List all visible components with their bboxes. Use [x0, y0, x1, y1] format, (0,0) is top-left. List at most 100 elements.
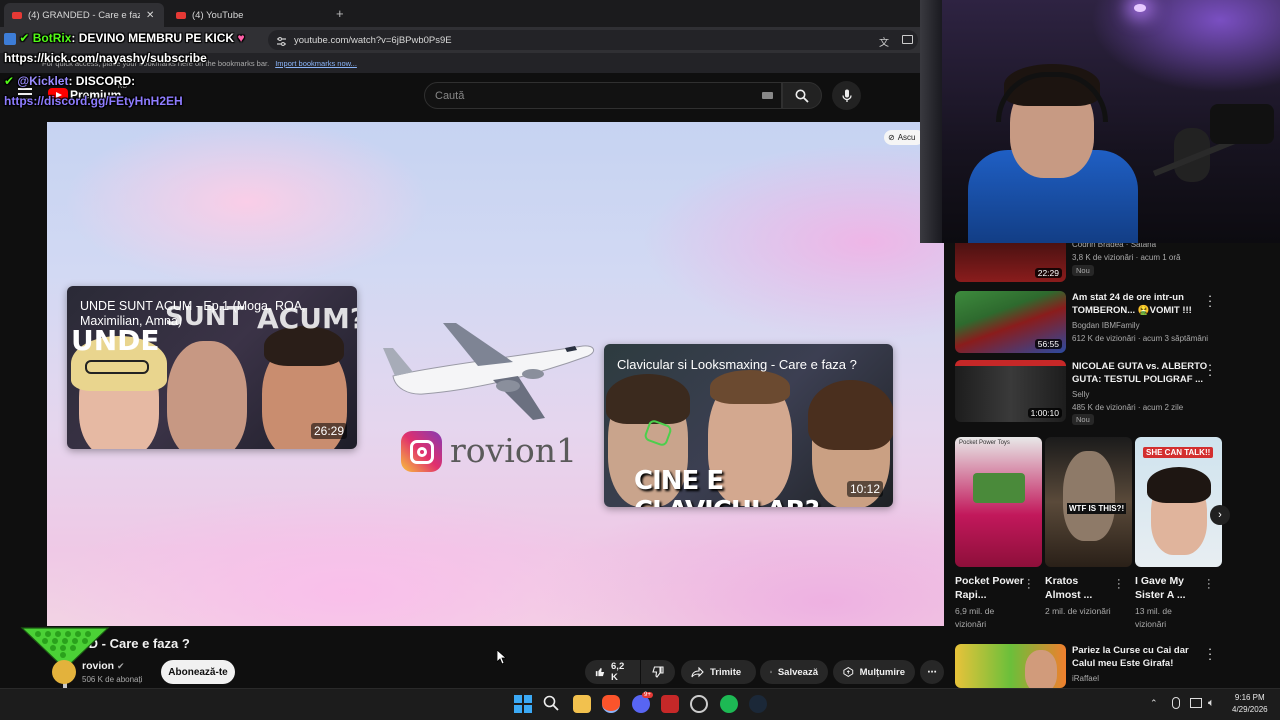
channel-name[interactable]: rovion ✔: [82, 660, 125, 672]
mouse-cursor-icon: [497, 650, 506, 664]
subscriber-count: 506 K de abonați: [82, 675, 143, 684]
channel-name: Selly: [1072, 390, 1090, 399]
thanks-label: Mulțumire: [859, 666, 905, 678]
recommended-video-3[interactable]: 1:00:10 NICOLAE GUTA vs. ALBERTO GUTA: T…: [955, 358, 1215, 425]
microphone-tray-icon[interactable]: [1172, 697, 1180, 709]
site-info-icon[interactable]: [276, 34, 287, 52]
super-thanks-icon: [843, 667, 854, 677]
hide-label: Ascu: [897, 133, 916, 142]
more-options-icon[interactable]: · · ·: [1117, 575, 1121, 594]
subscribe-button[interactable]: Abonează-te: [161, 660, 235, 684]
airplane-image: [383, 323, 595, 420]
more-options-icon[interactable]: · · ·: [1207, 575, 1211, 594]
brave-browser-icon[interactable]: [602, 695, 620, 713]
video-thumbnail: 56:55: [955, 291, 1066, 353]
endcard-duration: 26:29: [310, 423, 347, 439]
endcard-video-1[interactable]: UNDE SUNT ACUM? UNDE SUNT ACUM - Ep.1 (M…: [67, 286, 357, 449]
person-thumbnail: [167, 341, 247, 449]
translate-icon[interactable]: 文: [879, 34, 889, 49]
share-button[interactable]: Trimite: [681, 660, 756, 684]
tab-active[interactable]: (4) GRANDED - Care e faza ? - Yo ✕: [4, 3, 164, 27]
more-options-icon[interactable]: · · ·: [1205, 642, 1215, 665]
short-thumbnail-1[interactable]: Pocket Power Toys: [955, 437, 1042, 567]
microphone-icon: [841, 89, 852, 102]
search-icon: [795, 89, 809, 103]
video-title: NICOLAE GUTA vs. ALBERTO GUTA: TESTUL PO…: [1072, 361, 1208, 385]
recommended-video-2[interactable]: 56:55 Am stat 24 de ore intr-un TOMBERON…: [955, 289, 1215, 353]
video-title: Pariez la Curse cu Cai dar Calul meu Est…: [1072, 645, 1189, 669]
video-title: Am stat 24 de ore intr-un TOMBERON... 🤮V…: [1072, 292, 1192, 316]
more-actions-button[interactable]: ⋯: [920, 660, 944, 684]
endcard-title: Clavicular si Looksmaxing - Care e faza …: [617, 357, 857, 372]
bot-badge-icon: [4, 32, 16, 45]
short-overlay-text: WTF IS THIS?!: [1067, 503, 1127, 514]
close-tab-icon[interactable]: ✕: [146, 10, 154, 21]
dislike-button[interactable]: [641, 660, 675, 684]
hide-endcards-button[interactable]: ⊘ Ascu: [884, 130, 924, 145]
person-thumbnail: [1063, 451, 1115, 541]
video-duration: 56:55: [1034, 339, 1062, 349]
check-badge-icon: ✔: [19, 31, 30, 45]
banner-stripe: [955, 360, 1066, 366]
tab-label: (4) YouTube: [192, 9, 244, 21]
toy-shape: [973, 473, 1025, 503]
short-title[interactable]: I Gave My Sister A ...: [1135, 574, 1205, 602]
recommended-video-4[interactable]: Pariez la Curse cu Cai dar Calul meu Est…: [955, 642, 1215, 688]
url-field[interactable]: youtube.com/watch?v=6jBPwb0Ps9E: [268, 30, 918, 50]
file-explorer-icon[interactable]: [573, 695, 591, 713]
taskbar-search-icon[interactable]: [543, 695, 561, 713]
short-title[interactable]: Pocket Power Rapi...: [955, 574, 1025, 602]
windows-start-icon[interactable]: [514, 695, 532, 713]
chat-message-2: https://kick.com/nayashy/subscribe: [4, 51, 207, 65]
keyboard-icon[interactable]: [762, 92, 773, 99]
voice-search-button[interactable]: [832, 81, 861, 110]
channel-name: Bogdan IBMFamily: [1072, 321, 1140, 330]
short-overlay-text: SHE CAN TALK!!: [1143, 447, 1214, 458]
system-clock[interactable]: 9:16 PM 4/29/2026: [1232, 692, 1268, 716]
channel-avatar[interactable]: [52, 660, 76, 684]
youtube-favicon-icon: [176, 11, 186, 19]
new-tab-button[interactable]: +: [336, 6, 344, 21]
person-thumbnail: [1025, 650, 1057, 688]
search-button[interactable]: [782, 82, 822, 109]
short-thumbnail-2[interactable]: WTF IS THIS?!: [1045, 437, 1132, 567]
network-icon[interactable]: [1190, 698, 1202, 708]
steam-icon[interactable]: [749, 695, 767, 713]
save-button[interactable]: Salvează: [760, 660, 828, 684]
endcard-title: UNDE SUNT ACUM - Ep.1 (Moga, ROA, Maximi…: [80, 299, 306, 328]
bookmark-icon: [770, 670, 772, 674]
more-options-icon[interactable]: · · ·: [1205, 289, 1215, 312]
obs-icon[interactable]: [690, 695, 708, 713]
chevron-up-icon[interactable]: ⌃: [1150, 698, 1158, 709]
like-button[interactable]: 6,2 K: [585, 660, 640, 684]
chat-message-1: ✔ BotRix: DEVINO MEMBRU PE KICK ♥: [4, 31, 245, 45]
video-meta: 612 K de vizionări · acum 3 săptămâni: [1072, 334, 1209, 343]
webcam-overlay: [920, 0, 1280, 243]
reader-mode-icon[interactable]: [902, 35, 913, 44]
video-meta: 485 K de vizionări · acum 2 zile: [1072, 403, 1184, 412]
clock-time: 9:16 PM: [1234, 693, 1265, 702]
share-label: Trimite: [710, 666, 742, 678]
short-thumbnail-3[interactable]: SHE CAN TALK!!: [1135, 437, 1222, 567]
endcard-video-2[interactable]: CINE E CLAVICULAR? Clavicular si Looksma…: [604, 344, 893, 507]
speaker-icon[interactable]: 🔈︎: [1208, 697, 1215, 710]
youtube-app-icon[interactable]: [661, 695, 679, 713]
tab-youtube[interactable]: (4) YouTube: [168, 3, 328, 27]
tab-label: (4) GRANDED - Care e faza ? - Yo: [28, 9, 140, 21]
short-title[interactable]: Kratos Almost ...: [1045, 574, 1115, 602]
url-text: youtube.com/watch?v=6jBPwb0Ps9E: [294, 34, 452, 46]
chat-username: BotRix: [32, 31, 72, 45]
chevron-right-icon[interactable]: ›: [1210, 505, 1230, 525]
verified-icon: ✔: [117, 661, 125, 671]
more-options-icon[interactable]: · · ·: [1027, 575, 1031, 594]
endcard-duration: 10:12: [846, 481, 883, 497]
video-meta: 3,8 K de vizionări · acum 1 oră: [1072, 253, 1181, 262]
hair-shape: [606, 374, 690, 424]
spotify-icon[interactable]: [720, 695, 738, 713]
search-input[interactable]: Caută: [424, 82, 782, 109]
short-overlay-text: Pocket Power Toys: [959, 440, 1010, 446]
thanks-button[interactable]: Mulțumire: [833, 660, 915, 684]
more-options-icon[interactable]: · · ·: [1205, 358, 1215, 381]
ceiling-light-shape: [1134, 4, 1146, 12]
import-bookmarks-link[interactable]: Import bookmarks now...: [275, 59, 357, 68]
